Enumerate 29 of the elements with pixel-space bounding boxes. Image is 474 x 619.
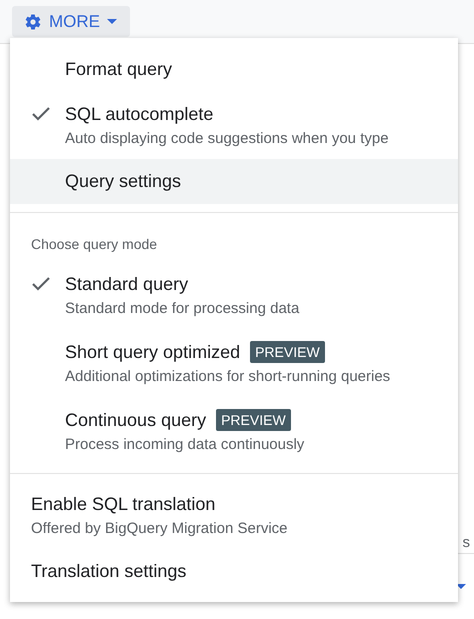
item-label: Short query optimized: [65, 342, 240, 362]
item-label: SQL autocomplete: [65, 104, 214, 125]
caret-icon: [107, 19, 117, 24]
background-text: s: [462, 534, 470, 551]
item-label: Format query: [65, 59, 172, 80]
menu-item[interactable]: Query settings: [10, 159, 458, 204]
section-header: Choose query mode: [30, 235, 158, 254]
item-description: Offered by BigQuery Migration Service: [31, 520, 288, 537]
item-label: Continuous query: [65, 410, 206, 430]
item-description: Auto displaying code suggestions when you type: [65, 130, 389, 147]
item-label: Query settings: [65, 171, 182, 192]
preview-badge: PREVIEW: [216, 409, 291, 431]
item-description: Additional optimizations for short-running queries: [65, 368, 390, 385]
more-button[interactable]: MORE: [12, 6, 130, 37]
item-label: Standard query: [65, 274, 188, 295]
menu-item[interactable]: Enable SQL translation Offered by BigQuery Migration Service: [10, 482, 458, 549]
menu-item[interactable]: SQL autocomplete Auto displaying code suggestions when you type: [10, 92, 458, 159]
item-label: Enable SQL translation: [31, 494, 216, 515]
menu-item[interactable]: Standard query Standard mode for processing data: [10, 262, 458, 329]
item-description: Standard mode for processing data: [65, 300, 300, 317]
menu-item[interactable]: Translation settings: [10, 549, 458, 594]
preview-badge: PREVIEW: [250, 341, 325, 363]
menu-item[interactable]: Format query: [10, 47, 458, 92]
caret-icon: [456, 584, 466, 589]
menu-item[interactable]: Continuous query PREVIEW Process incoming data continuously: [10, 397, 458, 465]
item-description: Process incoming data continuously: [65, 436, 304, 453]
item-label: Translation settings: [31, 561, 186, 582]
gear-icon: [24, 12, 42, 30]
menu-item[interactable]: Short query optimized PREVIEW Additional optimizations for short-running queries: [10, 329, 458, 397]
